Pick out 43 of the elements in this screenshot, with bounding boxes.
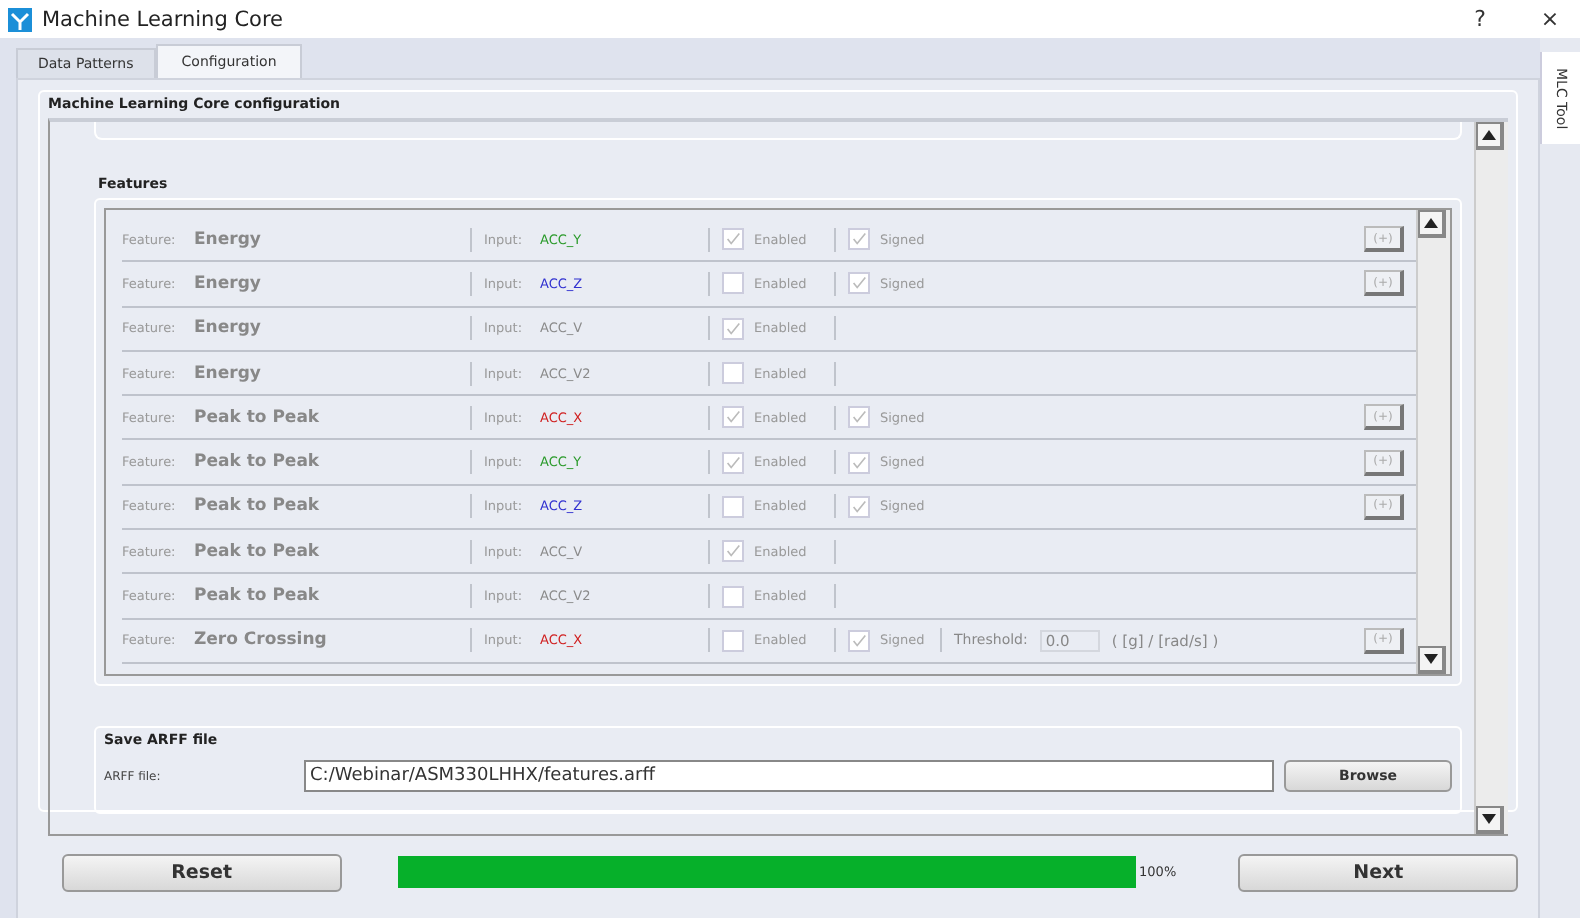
checkbox[interactable] (722, 228, 744, 251)
checkbox[interactable] (722, 540, 744, 563)
checkbox[interactable] (848, 272, 870, 295)
checkbox[interactable] (848, 451, 870, 474)
up-arrow-icon (1424, 218, 1438, 228)
checkbox[interactable] (722, 362, 744, 385)
feature-name: Peak to Peak (194, 586, 322, 607)
scroll-down-button[interactable] (1418, 646, 1446, 674)
checkbox[interactable] (722, 495, 744, 518)
feature-name: Energy (194, 273, 263, 294)
checkbox[interactable] (848, 495, 870, 518)
input-field[interactable]: C:/Webinar/ASM330LHHX/features.arff (304, 760, 1274, 792)
scroll-up-button[interactable] (1476, 122, 1504, 150)
checkbox[interactable] (848, 406, 870, 429)
down-arrow-icon (1424, 654, 1438, 664)
app-icon (8, 7, 32, 31)
checkbox[interactable] (722, 629, 744, 652)
feature-name: Energy (194, 363, 263, 384)
checkbox[interactable] (722, 317, 744, 340)
feature-name: Peak to Peak (194, 496, 322, 517)
checkbox[interactable] (848, 228, 870, 251)
scrollbar[interactable] (1416, 210, 1450, 674)
feature-name: Energy (194, 318, 263, 339)
checkbox[interactable] (722, 451, 744, 474)
window-title: Machine Learning Core (42, 7, 286, 31)
feature-name: Zero Crossing (194, 630, 329, 651)
feature-name: Energy (194, 229, 263, 250)
reset-button[interactable]: Reset (62, 853, 342, 891)
checkbox[interactable] (722, 272, 744, 295)
scroll-up-button[interactable] (1418, 210, 1446, 238)
scroll-down-button[interactable] (1476, 806, 1504, 834)
checkbox[interactable] (722, 406, 744, 429)
down-arrow-icon (1482, 814, 1496, 824)
feature-name: Peak to Peak (194, 407, 322, 428)
next-button[interactable]: Next (1238, 853, 1518, 891)
checkbox[interactable] (722, 585, 744, 608)
checkbox[interactable] (848, 629, 870, 652)
scrollbar[interactable] (1474, 122, 1508, 834)
feature-name: Peak to Peak (194, 541, 322, 562)
feature-name: Peak to Peak (194, 452, 322, 473)
help-button[interactable]: ? (1450, 6, 1510, 32)
close-button[interactable]: × (1520, 6, 1580, 32)
up-arrow-icon (1482, 130, 1496, 140)
